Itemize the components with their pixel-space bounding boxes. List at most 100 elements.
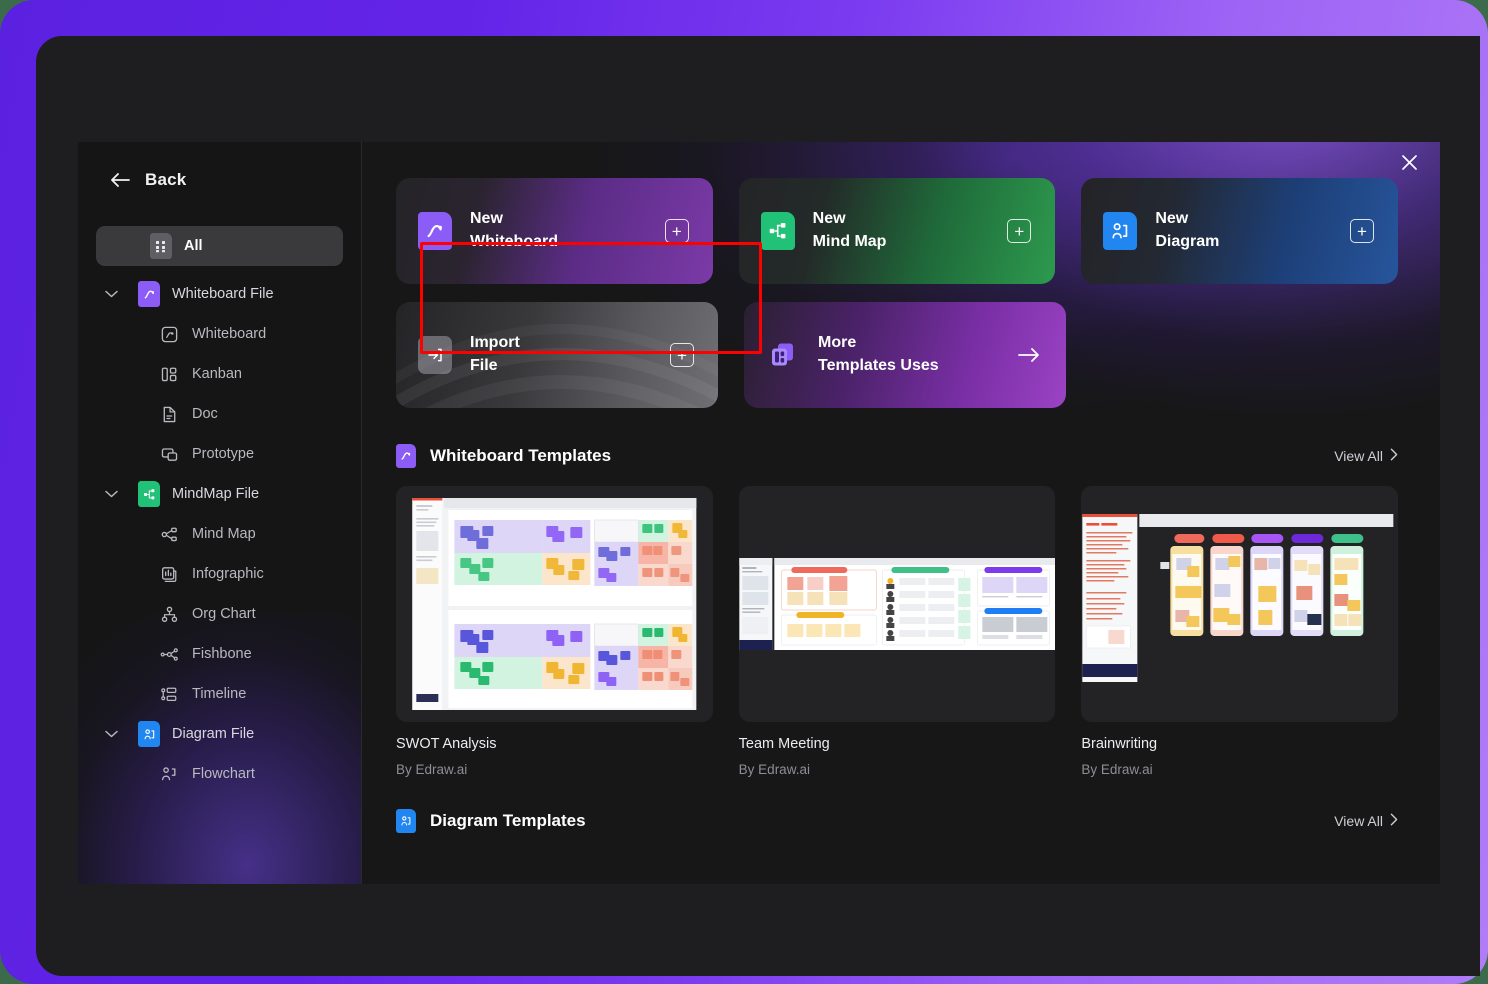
main-panel: New Whiteboard + New Mind Map + New Diag… <box>362 142 1440 884</box>
main-scroll-area[interactable]: New Whiteboard + New Mind Map + New Diag… <box>362 142 1440 884</box>
sidebar-item-label: Prototype <box>192 446 255 462</box>
import-file-card[interactable]: Import File + <box>396 302 718 408</box>
sidebar-item-label: Mind Map <box>192 526 256 542</box>
sidebar-item-org-chart[interactable]: Org Chart <box>96 594 343 634</box>
mindmap-file-icon <box>760 212 795 250</box>
template-author: By Edraw.ai <box>396 762 468 777</box>
desktop-backdrop: Back All Whiteboard File Whiteboard Kanb… <box>0 0 1488 984</box>
template-card[interactable]: Team Meeting By Edraw.ai <box>738 486 1056 777</box>
more-templates-label: More Templates Uses <box>818 332 939 377</box>
section-title: Whiteboard Templates <box>430 446 612 465</box>
plus-icon[interactable]: + <box>664 219 689 243</box>
chevron-right-icon <box>1390 448 1398 464</box>
plus-icon[interactable]: + <box>670 343 694 367</box>
card-line2: File <box>470 357 498 374</box>
card-line1: New <box>1155 210 1189 228</box>
section-title: Diagram Templates <box>430 811 586 830</box>
new-diagram-card[interactable]: New Diagram + <box>1081 178 1399 284</box>
kanban-icon <box>158 363 180 385</box>
sidebar-group-whiteboard-file[interactable]: Whiteboard File <box>96 274 343 314</box>
fishbone-icon <box>158 643 180 665</box>
sidebar-item-infographic[interactable]: Infographic <box>96 554 343 594</box>
new-diagram-label: New Diagram <box>1155 208 1219 253</box>
sidebar-item-all[interactable]: All <box>96 226 343 266</box>
template-name: Team Meeting <box>738 736 830 752</box>
grid-apps-icon <box>150 233 172 259</box>
sidebar-item-label: Flowchart <box>192 766 255 782</box>
template-author: By Edraw.ai <box>1081 762 1153 777</box>
whiteboard-icon <box>158 323 180 345</box>
diagram-templates-header: Diagram Templates View All <box>396 809 1398 833</box>
view-all-whiteboard-templates[interactable]: View All <box>1334 448 1398 464</box>
import-icon <box>418 336 452 374</box>
template-thumbnail-swot[interactable] <box>396 486 713 722</box>
card-line1: More <box>818 334 857 352</box>
card-line2: Whiteboard <box>470 233 558 250</box>
template-card[interactable]: SWOT Analysis By Edraw.ai <box>396 486 713 777</box>
org-chart-icon <box>158 603 180 625</box>
whiteboard-file-icon <box>396 444 416 468</box>
sidebar-item-label: Diagram File <box>172 726 255 742</box>
sidebar: Back All Whiteboard File Whiteboard Kanb… <box>78 142 362 884</box>
card-line1: New <box>812 210 846 228</box>
new-file-modal: Back All Whiteboard File Whiteboard Kanb… <box>78 142 1440 884</box>
prototype-icon <box>158 443 180 465</box>
card-line1: Import <box>470 334 520 352</box>
template-name: Brainwriting <box>1081 736 1158 752</box>
close-button[interactable] <box>1394 150 1424 180</box>
new-mind-map-card[interactable]: New Mind Map + <box>738 178 1056 284</box>
sidebar-item-label: Org Chart <box>192 606 256 622</box>
card-line2: Mind Map <box>812 233 887 250</box>
sidebar-group-mindmap-file[interactable]: MindMap File <box>96 474 343 514</box>
whiteboard-file-icon <box>138 281 160 307</box>
sidebar-item-label: Timeline <box>192 686 247 702</box>
sidebar-item-label: MindMap File <box>172 486 260 502</box>
back-button[interactable]: Back <box>96 142 343 218</box>
app-window: Back All Whiteboard File Whiteboard Kanb… <box>36 36 1480 976</box>
sidebar-item-label: Infographic <box>192 566 264 582</box>
more-templates-card[interactable]: More Templates Uses <box>744 302 1066 408</box>
plus-icon[interactable]: + <box>1350 219 1375 243</box>
template-name: SWOT Analysis <box>396 736 497 752</box>
template-thumbnail-brainwriting[interactable] <box>1081 486 1399 722</box>
action-card-row-1: New Whiteboard + New Mind Map + New Diag… <box>396 178 1399 284</box>
doc-icon <box>158 403 180 425</box>
sidebar-item-label: Kanban <box>192 366 242 382</box>
sidebar-item-fishbone[interactable]: Fishbone <box>96 634 343 674</box>
sidebar-item-label: Fishbone <box>192 646 252 662</box>
chevron-down-icon[interactable] <box>96 730 126 738</box>
card-line2: Diagram <box>1155 233 1220 250</box>
sidebar-item-timeline[interactable]: Timeline <box>96 674 343 714</box>
import-file-label: Import File <box>470 332 520 377</box>
sidebar-item-label: Whiteboard <box>192 326 267 342</box>
template-card[interactable]: Brainwriting By Edraw.ai <box>1081 486 1399 777</box>
chevron-down-icon[interactable] <box>96 290 126 298</box>
whiteboard-file-icon <box>418 212 452 250</box>
new-whiteboard-card[interactable]: New Whiteboard + <box>396 178 713 284</box>
new-mind-map-label: New Mind Map <box>813 208 887 253</box>
whiteboard-template-grid: SWOT Analysis By Edraw.ai Team Meeting B… <box>396 486 1399 777</box>
arrow-left-icon <box>109 171 131 189</box>
template-author: By Edraw.ai <box>738 762 810 777</box>
templates-icon <box>766 336 800 374</box>
card-line2: Templates Uses <box>818 357 939 374</box>
sidebar-item-doc[interactable]: Doc <box>96 394 343 434</box>
sidebar-item-flowchart[interactable]: Flowchart <box>96 754 343 794</box>
sidebar-item-whiteboard[interactable]: Whiteboard <box>96 314 343 354</box>
template-thumbnail-team-meeting[interactable] <box>738 486 1056 722</box>
sidebar-group-diagram-file[interactable]: Diagram File <box>96 714 343 754</box>
plus-icon[interactable]: + <box>1007 219 1032 243</box>
sidebar-item-mind-map[interactable]: Mind Map <box>96 514 343 554</box>
arrow-right-icon[interactable] <box>1016 342 1042 368</box>
sidebar-item-prototype[interactable]: Prototype <box>96 434 343 474</box>
timeline-icon <box>158 683 180 705</box>
flowchart-icon <box>158 763 180 785</box>
sidebar-item-label: Doc <box>192 406 218 422</box>
chevron-down-icon[interactable] <box>96 490 126 498</box>
view-all-diagram-templates[interactable]: View All <box>1334 813 1398 829</box>
sidebar-item-kanban[interactable]: Kanban <box>96 354 343 394</box>
sidebar-item-label: Whiteboard File <box>172 286 274 302</box>
whiteboard-templates-header: Whiteboard Templates View All <box>396 444 1398 468</box>
diagram-file-icon <box>1103 212 1138 250</box>
mindmap-file-icon <box>138 481 160 507</box>
